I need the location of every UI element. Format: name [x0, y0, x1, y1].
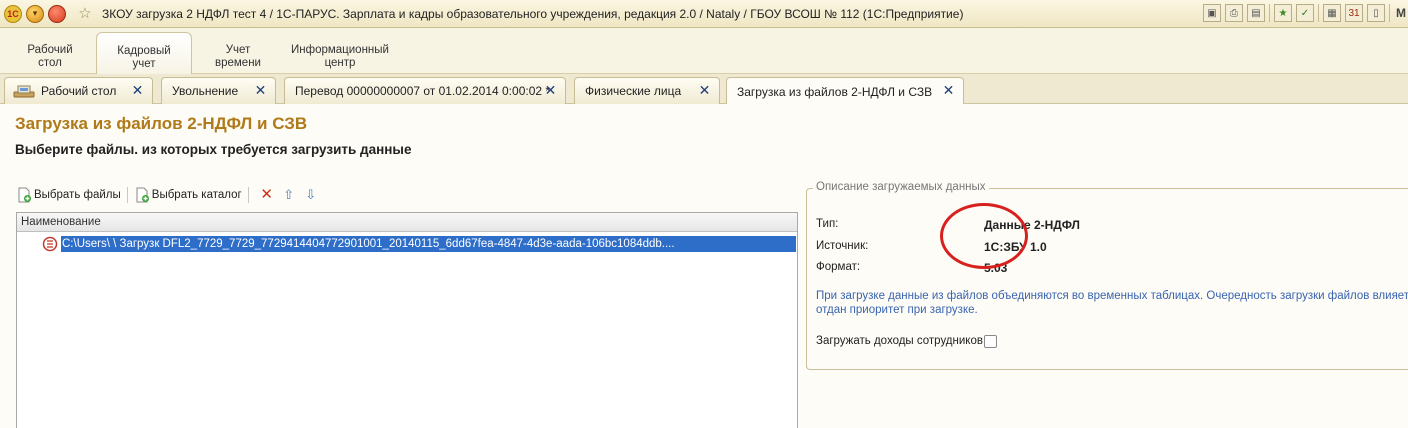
- close-tab-icon[interactable]: ✕: [942, 83, 955, 97]
- close-tab-icon[interactable]: ✕: [544, 83, 557, 97]
- file-path-cell[interactable]: C:\Users\ \ Загрузк DFL2_7729_7729_77294…: [61, 236, 796, 252]
- select-catalog-label: Выбрать каталог: [151, 189, 242, 201]
- section-desktop[interactable]: Рабочий стол: [18, 32, 82, 74]
- save-icon[interactable]: ▣: [1203, 4, 1221, 22]
- desktop-home-icon: [13, 83, 35, 99]
- select-files-button[interactable]: Выбрать файлы: [16, 187, 121, 203]
- xml-file-icon: [42, 236, 58, 252]
- data-description-group: Описание загружаемых данных Тип: Данные …: [806, 181, 1408, 370]
- table-row[interactable]: C:\Users\ \ Загрузк DFL2_7729_7729_77294…: [18, 235, 796, 253]
- import-info-text: При загрузке данные из файлов объединяют…: [816, 289, 1408, 317]
- toolbar-separator: [126, 187, 128, 203]
- section-label: Кадровый учет: [117, 45, 171, 70]
- close-window-icon[interactable]: [48, 4, 66, 23]
- type-label: Тип:: [816, 218, 839, 230]
- window-title-bar: 1С ▾ ☆ ЗКОУ загрузка 2 НДФЛ тест 4 / 1С-…: [0, 0, 1408, 28]
- source-label: Источник:: [816, 240, 869, 252]
- add-favorite-icon[interactable]: ★: [1274, 4, 1292, 22]
- add-file-icon: [16, 187, 32, 203]
- calculator-icon[interactable]: ▦: [1323, 4, 1341, 22]
- tab-label: Загрузка из файлов 2-НДФЛ и СЗВ: [737, 84, 933, 99]
- load-income-checkbox[interactable]: [984, 335, 997, 348]
- close-tab-icon[interactable]: ✕: [698, 83, 711, 97]
- info-line: При загрузке данные из файлов объединяют…: [816, 290, 1408, 302]
- app-logo-text: 1С: [7, 8, 19, 19]
- calendar-icon[interactable]: 31: [1345, 4, 1363, 22]
- title-bar-tools: ▣ ⎙ ▤ ★ ✓ ▦ 31 ▯ M: [1203, 4, 1408, 22]
- select-files-label: Выбрать файлы: [34, 189, 121, 201]
- move-down-icon[interactable]: ⇩: [303, 187, 319, 203]
- tab-label: Перевод 00000000007 от 01.02.2014 0:00:0…: [295, 84, 551, 98]
- section-info-center[interactable]: Информационный центр: [286, 32, 394, 74]
- toolbar-separator: [247, 187, 249, 203]
- open-windows-tabs: Рабочий стол ✕ Увольнение ✕ Перевод 0000…: [0, 74, 1408, 105]
- toolbar-separator: [1269, 4, 1270, 22]
- column-header-name[interactable]: Наименование: [17, 213, 797, 232]
- form-title: Загрузка из файлов 2-НДФЛ и СЗВ: [15, 114, 308, 133]
- load-income-label: Загружать доходы сотрудников:: [816, 335, 987, 347]
- tab-label: Рабочий стол: [41, 84, 117, 98]
- section-hr-accounting[interactable]: Кадровый учет: [96, 32, 192, 74]
- info-line: отдан приоритет при загрузке.: [816, 304, 978, 316]
- tab-dismissal[interactable]: Увольнение ✕: [161, 77, 276, 104]
- close-tab-icon[interactable]: ✕: [254, 83, 267, 97]
- format-label: Формат:: [816, 261, 861, 273]
- tab-file-import[interactable]: Загрузка из файлов 2-НДФЛ и СЗВ ✕: [726, 77, 964, 105]
- section-label: Рабочий стол: [27, 44, 73, 69]
- section-time-tracking[interactable]: Учет времени: [206, 32, 270, 74]
- window-menu-letter[interactable]: M: [1394, 4, 1408, 22]
- section-label: Учет времени: [215, 44, 261, 69]
- tab-label: Увольнение: [172, 84, 239, 98]
- toolbar-separator: [1318, 4, 1319, 22]
- form-content: Загрузка из файлов 2-НДФЛ и СЗВ Выберите…: [0, 104, 1408, 428]
- tab-label: Физические лица: [585, 84, 682, 98]
- window-title: ЗКОУ загрузка 2 НДФЛ тест 4 / 1С-ПАРУС. …: [102, 6, 964, 21]
- group-title: Описание загружаемых данных: [813, 181, 989, 193]
- history-icon[interactable]: ✓: [1296, 4, 1314, 22]
- form-subtitle: Выберите файлы. из которых требуется заг…: [15, 142, 412, 157]
- select-catalog-button[interactable]: Выбрать каталог: [134, 187, 242, 203]
- move-up-icon[interactable]: ⇧: [281, 187, 297, 203]
- add-folder-icon: [134, 187, 150, 203]
- print-icon[interactable]: ⎙: [1225, 4, 1243, 22]
- close-tab-icon[interactable]: ✕: [131, 83, 144, 97]
- section-label: Информационный центр: [291, 44, 389, 69]
- main-menu-icon[interactable]: ▾: [26, 4, 44, 23]
- clipboard-icon[interactable]: ▯: [1367, 4, 1385, 22]
- tab-desktop[interactable]: Рабочий стол ✕: [4, 77, 153, 104]
- tab-transfer[interactable]: Перевод 00000000007 от 01.02.2014 0:00:0…: [284, 77, 566, 104]
- red-annotation-circle: [940, 203, 1028, 269]
- preview-icon[interactable]: ▤: [1247, 4, 1265, 22]
- tab-individuals[interactable]: Физические лица ✕: [574, 77, 720, 104]
- delete-icon[interactable]: ✕: [259, 187, 275, 203]
- sections-panel: Рабочий стол Кадровый учет Учет времени …: [0, 28, 1408, 74]
- app-logo-icon[interactable]: 1С: [4, 4, 22, 23]
- toolbar-separator: [1389, 4, 1390, 22]
- files-toolbar: Выбрать файлы Выбрать каталог ✕ ⇧ ⇩: [16, 184, 325, 206]
- favorite-star-icon[interactable]: ☆: [76, 5, 94, 23]
- files-table[interactable]: Наименование C:\Users\ \ Загрузк DFL2_77…: [16, 212, 798, 428]
